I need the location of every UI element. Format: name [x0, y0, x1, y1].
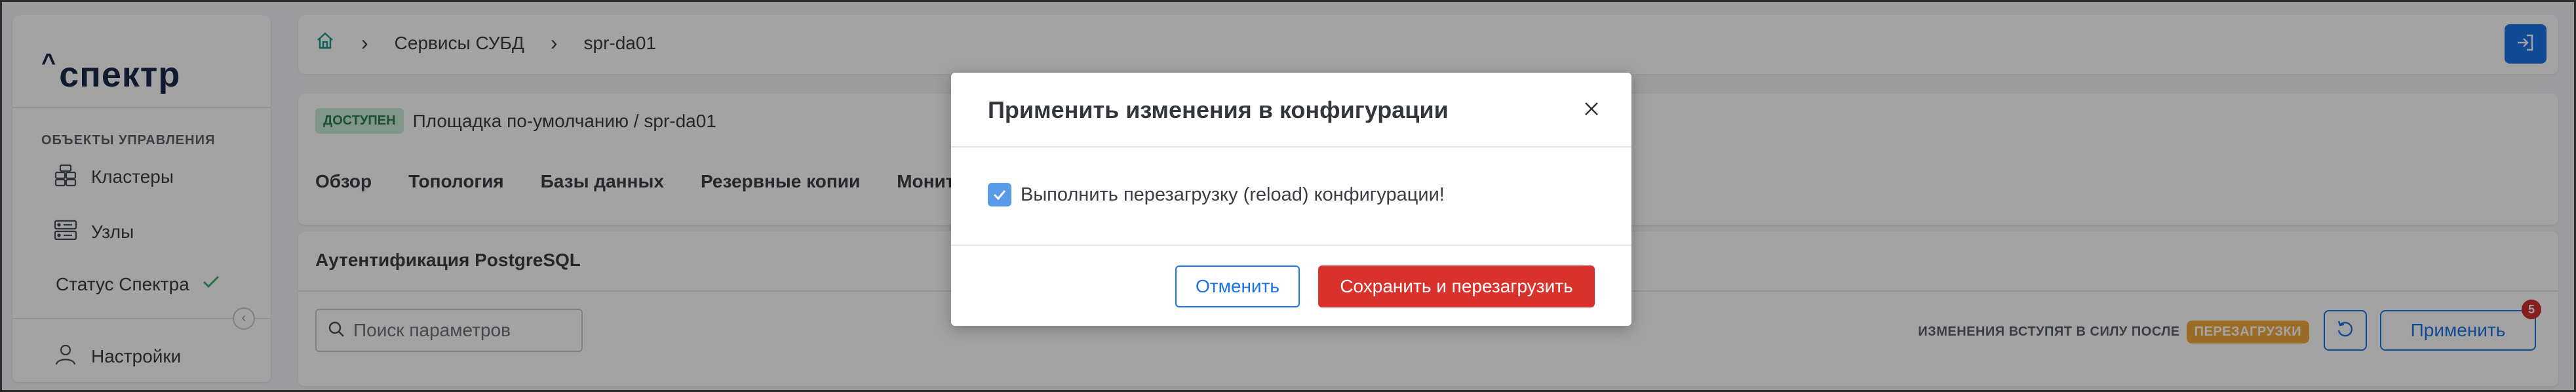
reload-checkbox-row[interactable]: Выполнить перезагрузку (reload) конфигур…	[988, 183, 1445, 206]
reload-checkbox[interactable]	[988, 183, 1011, 206]
close-icon	[1583, 100, 1600, 121]
apply-config-dialog: Применить изменения в конфигурации Выпол…	[951, 73, 1631, 326]
dialog-header: Применить изменения в конфигурации	[951, 73, 1631, 147]
dialog-title: Применить изменения в конфигурации	[988, 96, 1449, 123]
save-and-reload-button[interactable]: Сохранить и перезагрузить	[1318, 265, 1595, 307]
close-button[interactable]	[1580, 99, 1603, 121]
cancel-button[interactable]: Отменить	[1175, 265, 1300, 307]
reload-checkbox-label: Выполнить перезагрузку (reload) конфигур…	[1021, 184, 1445, 205]
app-window: ^спектр ОБЪЕКТЫ УПРАВЛЕНИЯ Кластеры Узлы…	[0, 0, 2576, 392]
dialog-footer-divider	[951, 245, 1631, 246]
